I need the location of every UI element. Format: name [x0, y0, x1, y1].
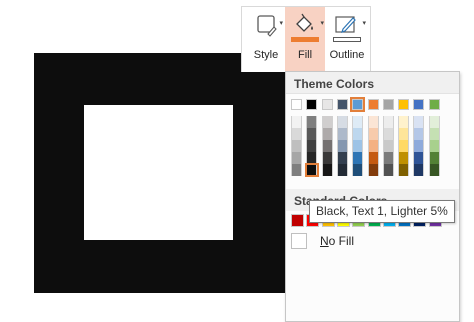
theme-shade-swatch[interactable]: [368, 152, 378, 164]
theme-shade-swatch[interactable]: [383, 116, 393, 128]
theme-shade-swatch[interactable]: [353, 128, 363, 140]
style-label: Style: [253, 49, 279, 61]
frame-inner-hole: [84, 105, 233, 240]
theme-shade-swatch[interactable]: [337, 128, 347, 140]
theme-colors-header: Theme Colors: [286, 72, 459, 94]
theme-shade-column: [428, 116, 440, 176]
frame-shape[interactable]: [34, 53, 288, 293]
no-fill-accel: N: [320, 234, 329, 248]
theme-shade-swatch[interactable]: [292, 128, 301, 140]
theme-color-swatch[interactable]: [382, 99, 394, 110]
theme-shade-swatch[interactable]: [383, 140, 393, 152]
theme-shade-swatch[interactable]: [414, 128, 424, 140]
pencil-icon: [335, 16, 356, 33]
theme-shade-swatch[interactable]: [337, 140, 347, 152]
no-fill-option[interactable]: No Fill: [286, 232, 459, 252]
theme-shade-swatch[interactable]: [429, 152, 439, 164]
theme-shade-swatch[interactable]: [414, 140, 424, 152]
paint-bucket-icon: [296, 13, 313, 32]
theme-color-swatch[interactable]: [336, 99, 348, 110]
chevron-down-icon: ▾: [320, 20, 324, 27]
theme-color-swatch[interactable]: [291, 99, 302, 110]
theme-shade-swatch[interactable]: [322, 128, 332, 140]
shape-outline-button[interactable]: ▾ Outline: [327, 7, 367, 73]
chevron-down-icon: ▾: [362, 20, 366, 27]
theme-colors-title: Theme Colors: [294, 77, 375, 91]
theme-shade-column: [382, 116, 394, 176]
shape-style-icon: [257, 15, 277, 37]
theme-shade-swatch[interactable]: [383, 128, 393, 140]
theme-shade-swatch[interactable]: [337, 152, 347, 164]
no-fill-label: No Fill: [320, 234, 354, 248]
theme-shade-column: [321, 116, 333, 176]
theme-shade-swatch[interactable]: [429, 140, 439, 152]
theme-shade-swatch[interactable]: [292, 116, 301, 128]
theme-shade-swatch[interactable]: [399, 140, 409, 152]
theme-color-swatch[interactable]: [428, 99, 440, 110]
theme-shade-swatch[interactable]: [307, 128, 317, 140]
theme-color-swatch[interactable]: [321, 99, 333, 110]
fill-label: Fill: [297, 49, 313, 61]
theme-shade-swatch[interactable]: [292, 152, 301, 164]
theme-shade-swatch[interactable]: [429, 164, 439, 176]
theme-shade-swatch[interactable]: [399, 116, 409, 128]
no-fill-swatch: [291, 233, 307, 249]
theme-shade-swatch[interactable]: [429, 128, 439, 140]
theme-shade-column: [398, 116, 410, 176]
outline-label: Outline: [329, 49, 365, 61]
fill-color-bar: [291, 37, 319, 42]
theme-shade-swatch[interactable]: [322, 116, 332, 128]
theme-shade-column: [352, 116, 364, 176]
theme-shade-swatch[interactable]: [322, 164, 332, 176]
standard-color-swatch[interactable]: [291, 214, 304, 227]
theme-shade-swatch[interactable]: [322, 152, 332, 164]
theme-shade-swatch[interactable]: [292, 140, 301, 152]
theme-shade-swatch[interactable]: [307, 140, 317, 152]
theme-shade-swatch[interactable]: [337, 164, 347, 176]
theme-shade-swatch[interactable]: [353, 152, 363, 164]
theme-shade-swatch[interactable]: [368, 140, 378, 152]
theme-shade-swatch[interactable]: [383, 164, 393, 176]
theme-color-swatch[interactable]: [398, 99, 410, 110]
theme-color-swatch[interactable]: [350, 97, 366, 112]
theme-shade-swatch[interactable]: [399, 128, 409, 140]
theme-shade-swatch[interactable]: [399, 164, 409, 176]
canvas: ▾ Style ▾ Fill ▾ Outline Theme Colors No…: [0, 0, 474, 322]
theme-shade-swatch[interactable]: [353, 116, 363, 128]
theme-shade-swatch[interactable]: [414, 116, 424, 128]
theme-shade-swatch[interactable]: [322, 140, 332, 152]
theme-shade-swatch[interactable]: [368, 116, 378, 128]
theme-shade-swatch[interactable]: [337, 116, 347, 128]
fill-color-dropdown: Theme Colors Standard Colors No Fill: [285, 71, 460, 322]
theme-shade-swatch[interactable]: [307, 116, 317, 128]
shape-style-button[interactable]: ▾ Style: [248, 7, 284, 73]
theme-shade-column: [291, 116, 302, 176]
theme-color-swatch[interactable]: [306, 99, 318, 110]
theme-shade-column: [336, 116, 348, 176]
shape-fill-button[interactable]: ▾ Fill: [285, 7, 325, 73]
color-tooltip: Black, Text 1, Lighter 5%: [309, 200, 455, 223]
chevron-down-icon: ▾: [279, 20, 283, 27]
theme-color-swatch[interactable]: [367, 99, 379, 110]
theme-shade-swatch[interactable]: [368, 164, 378, 176]
theme-shade-swatch[interactable]: [368, 128, 378, 140]
shape-format-ribbon: ▾ Style ▾ Fill ▾ Outline: [241, 6, 371, 73]
theme-shade-column: [413, 116, 425, 176]
selected-shade-highlight: [304, 163, 319, 177]
theme-shade-swatch[interactable]: [414, 164, 424, 176]
theme-shade-swatch[interactable]: [414, 152, 424, 164]
theme-shade-swatch[interactable]: [429, 116, 439, 128]
theme-color-swatch[interactable]: [413, 99, 425, 110]
theme-shade-swatch[interactable]: [399, 152, 409, 164]
theme-shade-swatch[interactable]: [292, 164, 301, 176]
theme-shade-swatch[interactable]: [353, 140, 363, 152]
no-fill-rest: o Fill: [328, 234, 355, 248]
theme-shade-swatch[interactable]: [353, 164, 363, 176]
outline-color-bar: [333, 37, 361, 42]
theme-shade-column: [367, 116, 379, 176]
theme-shade-swatch[interactable]: [383, 152, 393, 164]
